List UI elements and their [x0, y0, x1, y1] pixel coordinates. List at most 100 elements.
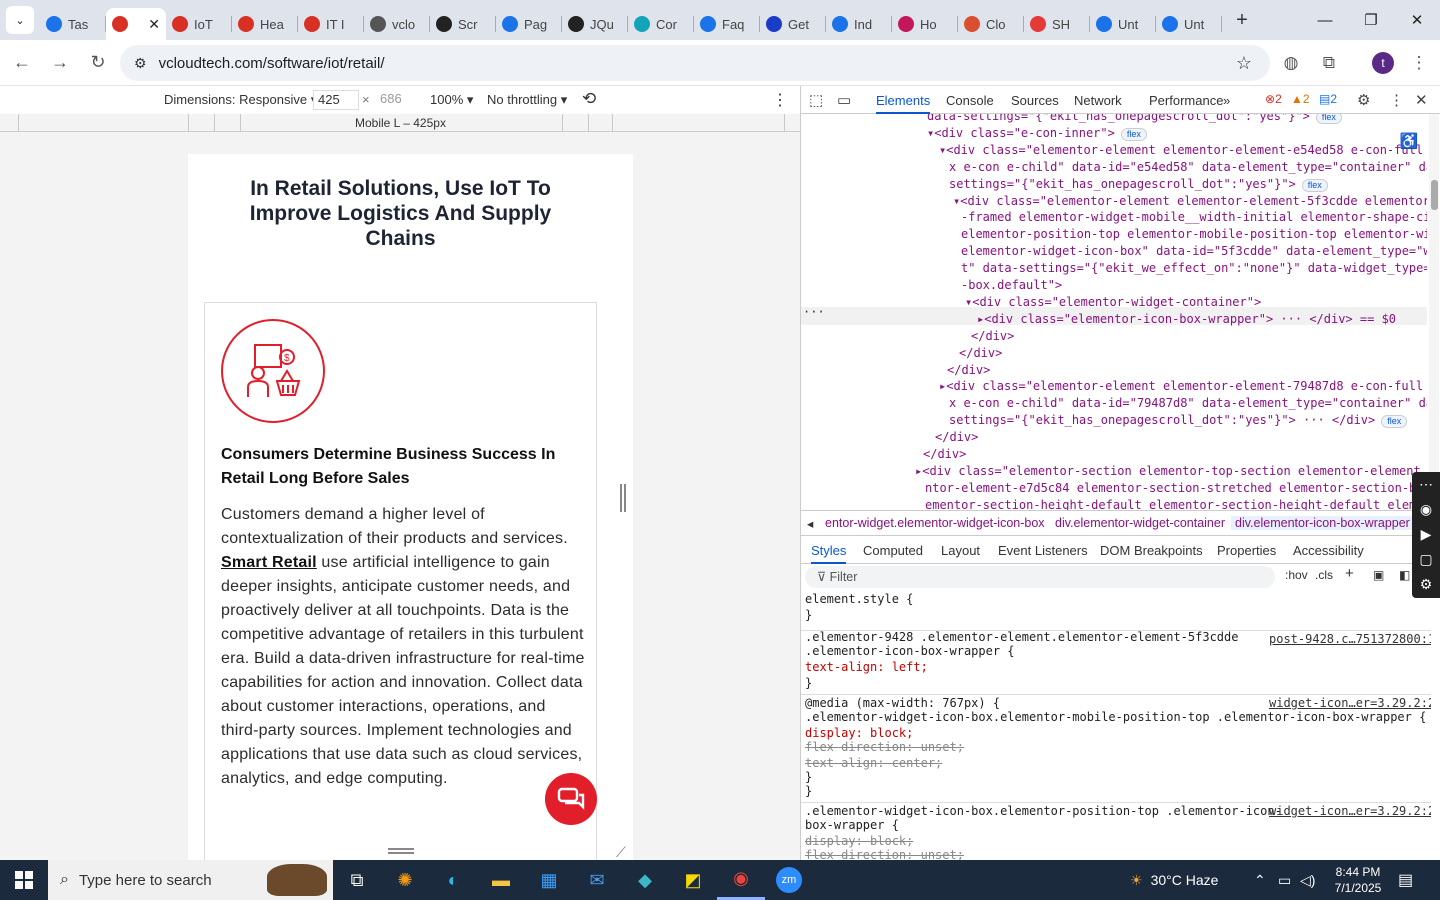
settings-gear-icon[interactable]: ⚙: [1357, 91, 1370, 109]
tab-search-button[interactable]: ⌄: [6, 6, 34, 34]
file-explorer-app[interactable]: ▬: [477, 860, 525, 900]
css-rule-line[interactable]: flex-direction: unset;: [805, 848, 964, 860]
task-view-button[interactable]: ⧉: [333, 860, 381, 900]
browser-tab[interactable]: Cor: [628, 8, 694, 40]
dom-line[interactable]: ▸<div class="elementor-element elementor…: [939, 378, 1427, 395]
breadcrumb-item-selected[interactable]: div.elementor-icon-box-wrapper: [1231, 516, 1414, 530]
settings-gear-icon[interactable]: ⚙: [1412, 572, 1440, 597]
tab-computed[interactable]: Computed: [863, 543, 923, 558]
browser-tab[interactable]: JQu: [562, 8, 628, 40]
flex-badge[interactable]: flex: [1301, 178, 1328, 192]
accessibility-icon[interactable]: ♿: [1398, 130, 1420, 152]
dom-line[interactable]: ntor-element-e7d5c84 elementor-section-s…: [925, 480, 1427, 497]
css-rule-line[interactable]: }: [805, 676, 812, 692]
css-rule-line[interactable]: flex-direction: unset;: [805, 740, 964, 756]
css-rule-line[interactable]: box-wrapper {: [805, 818, 899, 834]
flex-badge[interactable]: flex: [1381, 415, 1408, 429]
tab-styles[interactable]: Styles: [811, 543, 847, 564]
edge-app[interactable]: ◐: [429, 860, 477, 900]
smart-retail-link[interactable]: Smart Retail: [221, 554, 317, 571]
clock[interactable]: 8:44 PM 7/1/2025: [1328, 860, 1388, 900]
dom-line[interactable]: ▾<div class="elementor-widget-container"…: [965, 294, 1261, 311]
node-ellipsis-icon[interactable]: ···: [803, 304, 825, 321]
dom-line[interactable]: t" data-settings="{"ekit_we_effect_on":"…: [961, 260, 1427, 277]
dom-line[interactable]: </div>: [971, 328, 1014, 345]
dom-line[interactable]: </div>: [947, 362, 990, 379]
dom-line[interactable]: elementor-position-top elementor-mobile-…: [961, 226, 1427, 243]
inspect-icon[interactable]: ⬚: [809, 91, 823, 109]
address-bar[interactable]: ⚙ vcloudtech.com/software/iot/retail/ ☆: [120, 45, 1270, 81]
close-devtools-icon[interactable]: ✕: [1415, 91, 1428, 109]
tab-network[interactable]: Network: [1074, 93, 1122, 108]
error-badge[interactable]: ⊗2: [1265, 92, 1282, 106]
breadcrumb-scroll-left-icon[interactable]: ◂: [807, 516, 813, 531]
dom-line[interactable]: -framed elementor-widget-mobile__width-i…: [961, 209, 1427, 226]
device-more-icon[interactable]: ⋮: [772, 90, 788, 110]
rule-source-link[interactable]: widget-icon…er=3.29.2:2: [1269, 696, 1431, 712]
device-toggle-icon[interactable]: ▭: [837, 91, 851, 109]
hov-toggle[interactable]: :hov: [1285, 568, 1308, 582]
chrome-app[interactable]: ◉: [717, 860, 765, 900]
tab-layout[interactable]: Layout: [941, 543, 980, 558]
window-capture-icon[interactable]: ▢: [1412, 547, 1440, 572]
browser-tab[interactable]: Ind: [826, 8, 892, 40]
notification-icon[interactable]: ▤: [1398, 860, 1413, 900]
tab-sources[interactable]: Sources: [1011, 93, 1059, 108]
rule-source-link[interactable]: widget-icon…er=3.29.2:2: [1269, 804, 1431, 820]
css-rule-line[interactable]: text-align: center;: [805, 756, 942, 772]
breadcrumb-item[interactable]: entor-widget.elementor-widget-icon-box: [825, 516, 1045, 530]
close-tab-icon[interactable]: ✕: [148, 16, 160, 33]
browser-tab[interactable]: SH: [1024, 8, 1090, 40]
more-tabs-icon[interactable]: »: [1223, 93, 1230, 108]
menu-button[interactable]: ⋮: [1404, 48, 1434, 78]
width-input[interactable]: 425: [313, 90, 359, 110]
css-rule-line[interactable]: .elementor-icon-box-wrapper {: [805, 644, 1015, 660]
dom-line[interactable]: ▾<div class="e-con-inner"> flex: [927, 125, 1147, 142]
rotate-icon[interactable]: ⟲: [582, 89, 596, 109]
scrollbar-thumb[interactable]: [1431, 180, 1438, 210]
vs-code-app[interactable]: ◆: [621, 860, 669, 900]
css-rule-line[interactable]: }: [805, 608, 812, 624]
breadcrumb-item[interactable]: div.elementor-widget-container: [1055, 516, 1225, 530]
rule-source-link[interactable]: post-9428.c…751372800:1: [1269, 632, 1431, 648]
zoom-select[interactable]: 100% ▾: [430, 92, 473, 108]
zoom-app[interactable]: zm: [765, 860, 813, 900]
tab-dom-breakpoints[interactable]: DOM Breakpoints: [1100, 543, 1203, 558]
toggle-sidebar-icon[interactable]: ◧: [1399, 568, 1410, 582]
new-tab-button[interactable]: +: [1228, 9, 1256, 32]
dom-line[interactable]: ▸<div class="elementor-icon-box-wrapper"…: [977, 311, 1396, 328]
taskbar-search-input[interactable]: ⌕ Type here to search: [48, 860, 333, 900]
dom-line[interactable]: </div>: [923, 446, 966, 463]
store-app[interactable]: ▦: [525, 860, 573, 900]
dom-line[interactable]: settings="{"ekit_has_onepagescroll_dot":…: [949, 412, 1408, 429]
browser-tab[interactable]: IoT: [166, 8, 232, 40]
start-button[interactable]: [0, 860, 48, 900]
devtools-menu-icon[interactable]: ⋮: [1389, 91, 1404, 109]
chat-button[interactable]: [545, 773, 597, 825]
dom-line[interactable]: x e-con e-child" data-id="79487d8" data-…: [949, 395, 1427, 412]
browser-tab[interactable]: Get: [760, 8, 826, 40]
back-button[interactable]: ←: [4, 45, 40, 81]
minimize-button[interactable]: —: [1302, 0, 1348, 40]
css-rule-line[interactable]: }: [805, 784, 812, 800]
media-query-ruler[interactable]: Mobile L – 425px: [0, 114, 800, 132]
css-rule-line[interactable]: text-align: left;: [805, 660, 928, 676]
forward-button[interactable]: →: [42, 45, 78, 81]
tab-event-listeners[interactable]: Event Listeners: [998, 543, 1088, 558]
dom-line[interactable]: </div>: [959, 345, 1002, 362]
height-input[interactable]: 686: [376, 90, 418, 110]
browser-tab[interactable]: Unt: [1156, 8, 1222, 40]
tab-properties[interactable]: Properties: [1217, 543, 1276, 558]
dom-line[interactable]: </div>: [935, 429, 978, 446]
translate-icon[interactable]: ◍: [1276, 48, 1306, 78]
browser-tab[interactable]: Ho: [892, 8, 958, 40]
dom-line[interactable]: settings="{"ekit_has_onepagescroll_dot":…: [949, 176, 1328, 193]
dom-line[interactable]: ▸<div class="elementor-section elementor…: [915, 463, 1427, 480]
css-rule-line[interactable]: .elementor-widget-icon-box.elementor-mob…: [805, 710, 1426, 726]
browser-tab[interactable]: ✕: [106, 8, 166, 40]
browser-tab[interactable]: Faq: [694, 8, 760, 40]
message-badge[interactable]: ▤2: [1319, 92, 1337, 106]
cls-toggle[interactable]: .cls: [1315, 568, 1333, 582]
tab-performance[interactable]: Performance: [1149, 93, 1223, 108]
browser-tab[interactable]: Hea: [232, 8, 298, 40]
